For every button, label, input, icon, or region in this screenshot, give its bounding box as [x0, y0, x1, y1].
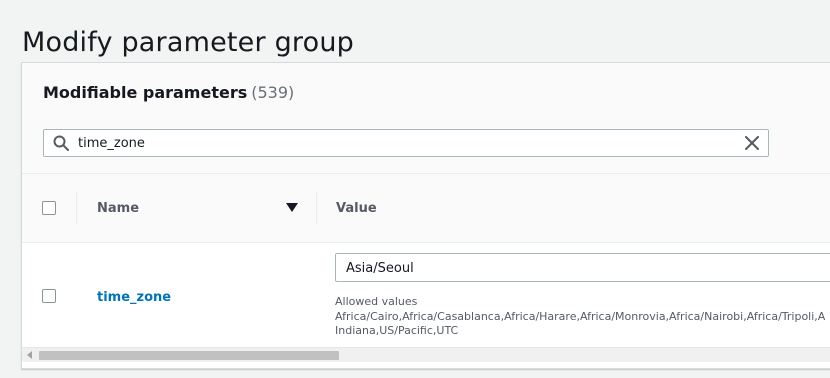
- table-header: Name Value: [22, 174, 830, 243]
- sort-descending-icon[interactable]: [286, 203, 298, 213]
- panel-title: Modifiable parameters (539): [43, 83, 294, 102]
- parameter-count: (539): [251, 83, 295, 102]
- allowed-values-label: Allowed values: [335, 295, 418, 308]
- column-header-value: Value: [336, 201, 377, 216]
- page-title: Modify parameter group: [22, 27, 354, 59]
- panel-header: Modifiable parameters (539): [22, 63, 830, 174]
- close-icon[interactable]: [745, 136, 759, 150]
- scroll-left-icon[interactable]: [26, 351, 34, 359]
- panel-title-text: Modifiable parameters: [43, 83, 248, 102]
- horizontal-scrollbar[interactable]: [22, 347, 830, 362]
- row-checkbox[interactable]: [42, 289, 56, 303]
- allowed-values: Allowed values Africa/Cairo,Africa/Casab…: [335, 295, 830, 339]
- parameter-name-link[interactable]: time_zone: [97, 290, 171, 305]
- scrollbar-thumb[interactable]: [39, 351, 339, 360]
- modifiable-parameters-panel: Modifiable parameters(539) Name Value ti…: [21, 62, 830, 369]
- allowed-values-list-continued: Indiana,US/Pacific,UTC: [335, 324, 459, 337]
- table-row: time_zone Allowed values Africa/Cairo,Af…: [22, 243, 830, 346]
- allowed-values-list: Africa/Cairo,Africa/Casablanca,Africa/Ha…: [335, 309, 826, 323]
- value-input[interactable]: [346, 259, 826, 277]
- column-divider: [316, 192, 317, 224]
- value-field[interactable]: [335, 253, 830, 282]
- search-icon: [53, 135, 69, 151]
- column-header-name[interactable]: Name: [97, 201, 139, 216]
- select-all-checkbox[interactable]: [42, 201, 56, 215]
- column-divider: [76, 192, 77, 224]
- search-field[interactable]: [43, 129, 769, 157]
- search-input[interactable]: [78, 133, 718, 153]
